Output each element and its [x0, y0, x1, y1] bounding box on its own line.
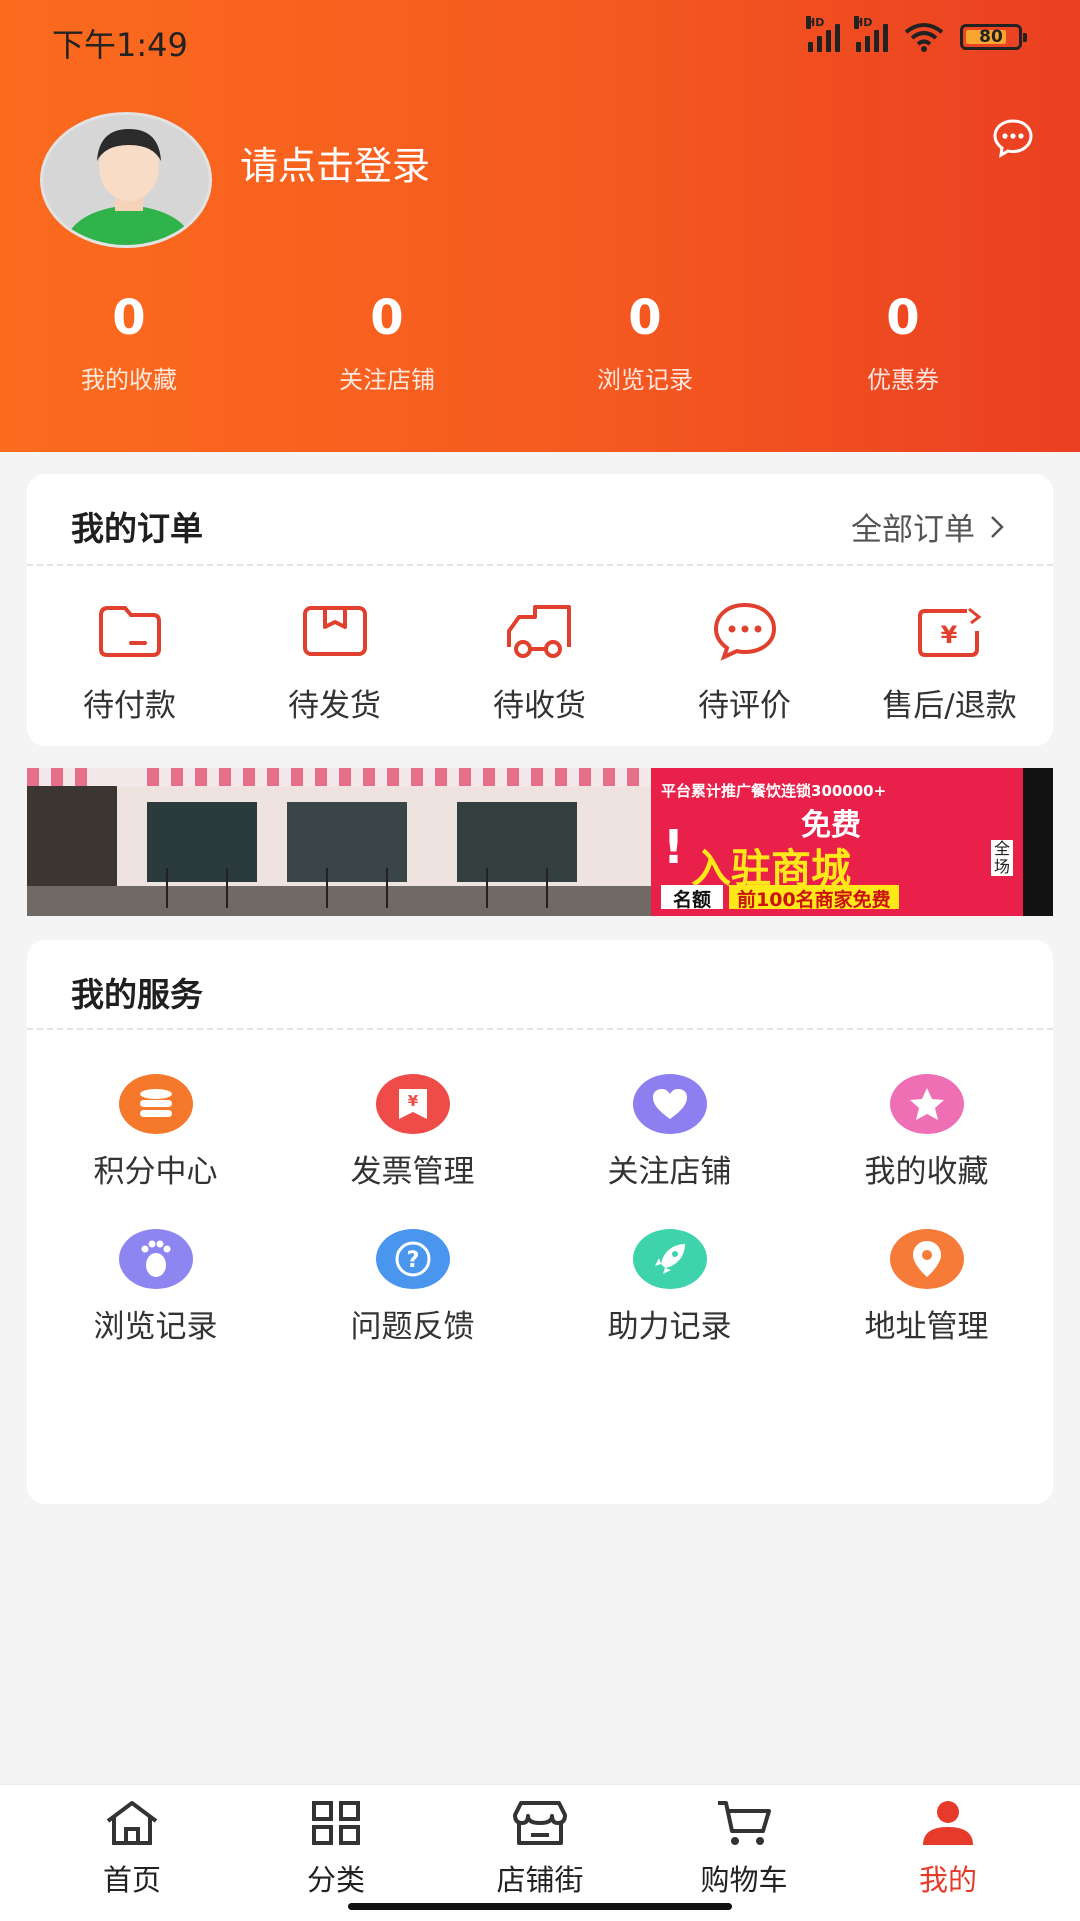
signal-icon: HD [854, 16, 888, 52]
chat-bubble-icon[interactable] [992, 118, 1034, 162]
order-after-sales[interactable]: ¥ 售后/退款 [847, 598, 1052, 725]
order-pending-receipt[interactable]: 待收货 [437, 598, 642, 725]
stats-row: 0 我的收藏 0 关注店铺 0 浏览记录 0 优惠券 [0, 288, 1080, 395]
service-invoice[interactable]: ¥ 发票管理 [284, 1074, 541, 1191]
location-icon [889, 1229, 964, 1289]
tab-category[interactable]: 分类 [251, 1785, 421, 1899]
tab-home[interactable]: 首页 [47, 1785, 217, 1899]
storefront-photo [27, 768, 651, 916]
svg-text:?: ? [406, 1248, 419, 1273]
truck-icon [506, 605, 571, 658]
comment-icon [713, 602, 776, 661]
status-time: 下午1:49 [52, 26, 188, 64]
all-orders-link[interactable]: 全部订单 [851, 504, 1005, 549]
orders-title: 我的订单 [71, 509, 203, 548]
profile-header: 下午1:49 HD HD 80 请点击登录 0 我的收藏 0 关注店铺 0 浏览… [0, 0, 1080, 452]
user-avatar-icon [43, 115, 209, 245]
divider [27, 564, 1053, 566]
svg-text:¥: ¥ [407, 1092, 418, 1110]
home-icon [106, 1801, 158, 1845]
order-pending-review[interactable]: 待评价 [642, 598, 847, 725]
svg-text:¥: ¥ [940, 621, 957, 649]
service-points-center[interactable]: 积分中心 [27, 1074, 284, 1191]
package-icon [302, 606, 367, 656]
stat-favorites[interactable]: 0 我的收藏 [0, 288, 258, 395]
rocket-icon [632, 1229, 707, 1289]
stat-followed-shops[interactable]: 0 关注店铺 [258, 288, 516, 395]
services-title: 我的服务 [71, 975, 203, 1014]
battery-icon: 80 [960, 24, 1027, 50]
avatar[interactable] [40, 112, 212, 248]
heart-icon [632, 1074, 707, 1134]
order-pending-shipment[interactable]: 待发货 [232, 598, 437, 725]
status-icons: HD HD 80 [806, 16, 1027, 52]
refund-icon: ¥ [917, 607, 981, 657]
invoice-icon: ¥ [375, 1074, 450, 1134]
star-icon [889, 1074, 964, 1134]
promo-banner-text: 平台累计推广餐饮连锁300000+ 免费 ! 入驻商城 全场 名额 前100名商… [651, 768, 1023, 916]
tab-store-street[interactable]: 店铺街 [455, 1785, 625, 1899]
user-icon [923, 1801, 973, 1845]
service-assist-records[interactable]: 助力记录 [541, 1229, 798, 1346]
service-feedback[interactable]: ? 问题反馈 [284, 1229, 541, 1346]
coins-icon [118, 1074, 193, 1134]
store-icon [513, 1801, 567, 1845]
services-card: 我的服务 积分中心 ¥ 发票管理 关注店铺 我的收藏 浏览记录 ? 问题反馈 助… [27, 940, 1053, 1504]
service-favorites[interactable]: 我的收藏 [798, 1074, 1055, 1191]
home-indicator[interactable] [348, 1903, 732, 1910]
stat-coupons[interactable]: 0 优惠券 [774, 288, 1032, 395]
stat-history[interactable]: 0 浏览记录 [516, 288, 774, 395]
wallet-icon [98, 606, 161, 657]
signal-icon: HD [806, 16, 840, 52]
order-pending-payment[interactable]: 待付款 [27, 598, 232, 725]
promo-banner[interactable]: 平台累计推广餐饮连锁300000+ 免费 ! 入驻商城 全场 名额 前100名商… [27, 768, 1053, 916]
tab-mine[interactable]: 我的 [863, 1785, 1033, 1899]
orders-card: 我的订单 全部订单 待付款 待发货 待收货 待评价 ¥ 售后/退款 [27, 474, 1053, 746]
bottom-tab-bar: 首页 分类 店铺街 购物车 我的 [0, 1784, 1080, 1921]
divider [27, 1028, 1053, 1030]
wifi-icon [904, 23, 944, 52]
cart-icon [718, 1801, 771, 1845]
footprint-icon [118, 1229, 193, 1289]
question-icon: ? [375, 1229, 450, 1289]
service-address-management[interactable]: 地址管理 [798, 1229, 1055, 1346]
category-icon [312, 1801, 360, 1845]
login-prompt[interactable]: 请点击登录 [240, 135, 430, 190]
service-browse-history[interactable]: 浏览记录 [27, 1229, 284, 1346]
chevron-right-icon [991, 515, 1004, 538]
service-followed-shops[interactable]: 关注店铺 [541, 1074, 798, 1191]
tab-cart[interactable]: 购物车 [659, 1785, 829, 1899]
